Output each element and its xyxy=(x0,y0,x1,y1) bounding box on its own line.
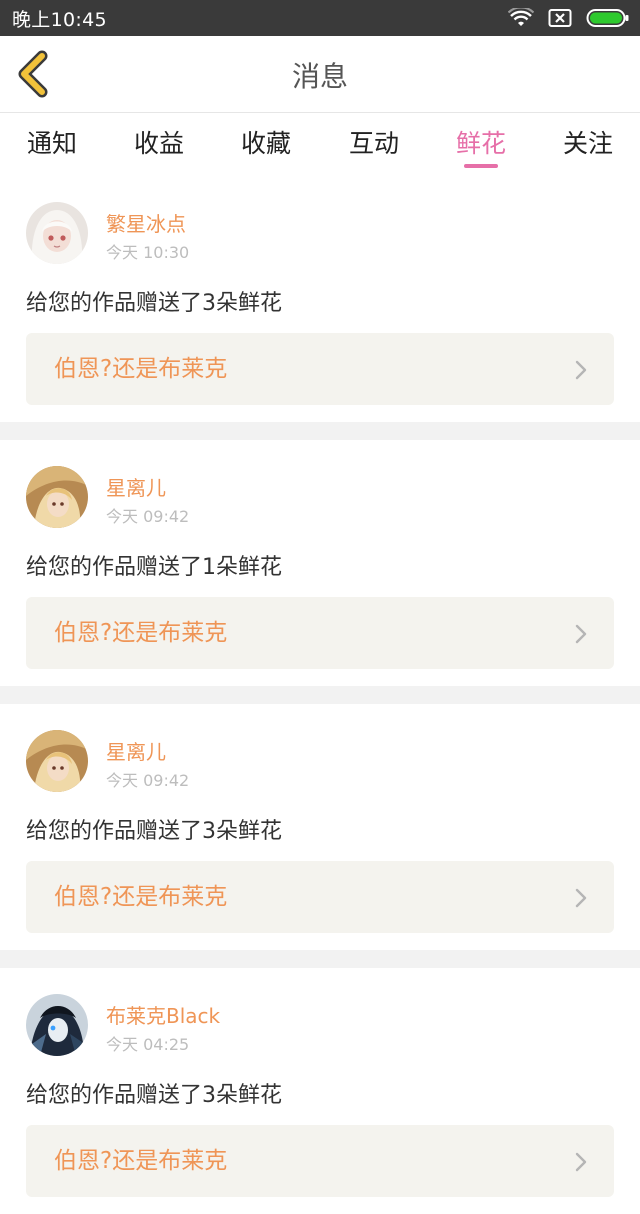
tab-favorites[interactable]: 收藏 xyxy=(216,114,316,176)
tab-earnings[interactable]: 收益 xyxy=(109,114,209,176)
sender-name[interactable]: 星离儿 xyxy=(106,736,166,765)
page-title: 消息 xyxy=(291,59,348,93)
chevron-right-icon xyxy=(575,888,587,908)
avatar[interactable] xyxy=(26,730,88,792)
battery-icon xyxy=(586,8,630,28)
chevron-right-icon xyxy=(575,624,587,644)
message-item: 繁星冰点 今天 10:30 给您的作品赠送了3朵鲜花 伯恩?还是布莱克 xyxy=(0,176,640,422)
work-link[interactable]: 伯恩?还是布莱克 xyxy=(26,1125,614,1197)
divider xyxy=(0,686,640,704)
message-text: 给您的作品赠送了3朵鲜花 xyxy=(26,291,282,316)
message-time: 今天 09:42 xyxy=(106,771,190,790)
work-title: 伯恩?还是布莱克 xyxy=(54,356,228,382)
message-text: 给您的作品赠送了3朵鲜花 xyxy=(26,1083,282,1108)
work-title: 伯恩?还是布莱克 xyxy=(54,884,228,910)
avatar[interactable] xyxy=(26,202,88,264)
message-time: 今天 04:25 xyxy=(106,1035,190,1054)
avatar[interactable] xyxy=(26,466,88,528)
tab-label: 鲜花 xyxy=(455,129,506,158)
sender-name[interactable]: 繁星冰点 xyxy=(106,208,186,237)
work-link[interactable]: 伯恩?还是布莱克 xyxy=(26,861,614,933)
tab-label: 通知 xyxy=(26,129,77,158)
work-title: 伯恩?还是布莱克 xyxy=(54,620,228,646)
avatar[interactable] xyxy=(26,994,88,1056)
sim-card-icon xyxy=(548,8,572,28)
message-text: 给您的作品赠送了3朵鲜花 xyxy=(26,819,282,844)
chevron-left-icon xyxy=(18,50,48,98)
message-list: 繁星冰点 今天 10:30 给您的作品赠送了3朵鲜花 伯恩?还是布莱克 星离儿 xyxy=(0,176,640,1214)
work-link[interactable]: 伯恩?还是布莱克 xyxy=(26,597,614,669)
tab-following[interactable]: 关注 xyxy=(538,114,638,176)
chevron-right-icon xyxy=(575,1152,587,1172)
wifi-icon xyxy=(508,8,534,28)
tab-label: 收藏 xyxy=(240,129,291,158)
nav-bar: 消息 xyxy=(0,36,640,113)
divider xyxy=(0,422,640,440)
work-title: 伯恩?还是布莱克 xyxy=(54,1148,228,1174)
status-icons xyxy=(508,8,630,28)
divider xyxy=(0,950,640,968)
tab-bar: 通知 收益 收藏 互动 鲜花 关注 xyxy=(0,114,640,176)
message-time: 今天 09:42 xyxy=(106,507,190,526)
tab-interactions[interactable]: 互动 xyxy=(324,114,424,176)
message-text: 给您的作品赠送了1朵鲜花 xyxy=(26,555,282,580)
message-item: 布莱克Black 今天 04:25 给您的作品赠送了3朵鲜花 伯恩?还是布莱克 xyxy=(0,968,640,1214)
tab-label: 收益 xyxy=(133,129,184,158)
work-link[interactable]: 伯恩?还是布莱克 xyxy=(26,333,614,405)
message-item: 星离儿 今天 09:42 给您的作品赠送了1朵鲜花 伯恩?还是布莱克 xyxy=(0,440,640,686)
sender-name[interactable]: 星离儿 xyxy=(106,472,166,501)
chevron-right-icon xyxy=(575,360,587,380)
active-tab-indicator xyxy=(464,164,498,168)
sender-name[interactable]: 布莱克Black xyxy=(106,1000,220,1029)
tab-label: 关注 xyxy=(562,129,613,158)
status-time: 晚上10:45 xyxy=(12,8,107,31)
message-item: 星离儿 今天 09:42 给您的作品赠送了3朵鲜花 伯恩?还是布莱克 xyxy=(0,704,640,950)
tab-label: 互动 xyxy=(348,129,399,158)
tab-flowers[interactable]: 鲜花 xyxy=(431,114,531,176)
back-button[interactable] xyxy=(14,50,54,98)
message-time: 今天 10:30 xyxy=(106,243,190,262)
tab-notifications[interactable]: 通知 xyxy=(2,114,102,176)
status-bar: 晚上10:45 xyxy=(0,0,640,36)
